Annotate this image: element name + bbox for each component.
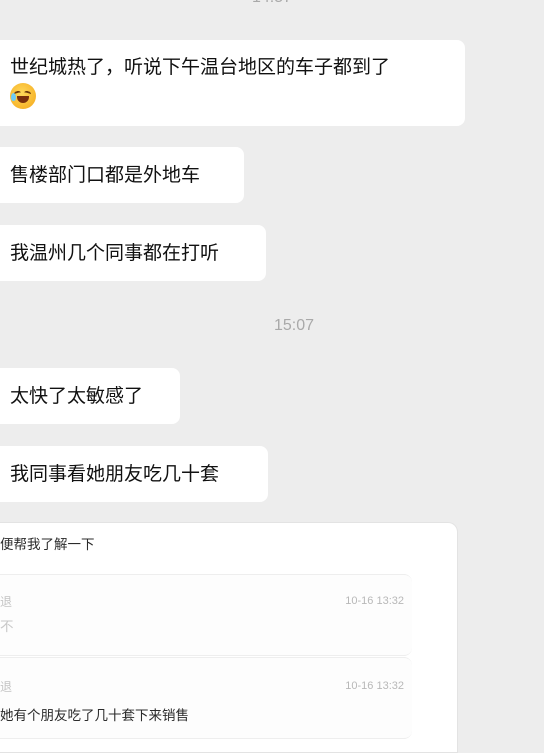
card-header-text: 便帮我了解一下 xyxy=(0,537,95,553)
card-item[interactable]: 退 10-16 13:32 她有个朋友吃了几十套下来销售 xyxy=(0,657,412,739)
message-text: 我同事看她朋友吃几十套 xyxy=(10,463,220,485)
message-bubble[interactable]: 售楼部门口都是外地车 xyxy=(0,147,244,203)
forwarded-chat-card[interactable]: 便帮我了解一下 退 10-16 13:32 不 退 10-16 13:32 她有… xyxy=(0,522,458,753)
message-text: 我温州几个同事都在打听 xyxy=(10,242,220,264)
card-item-name: 退 xyxy=(0,595,13,609)
message-bubble[interactable]: 我温州几个同事都在打听 xyxy=(0,225,266,281)
card-item-time: 10-16 13:32 xyxy=(345,680,404,692)
card-item-time: 10-16 13:32 xyxy=(345,595,404,607)
message-text: 售楼部门口都是外地车 xyxy=(10,164,201,186)
mid-timestamp: 15:07 xyxy=(273,317,315,334)
message-bubble[interactable]: 我同事看她朋友吃几十套 xyxy=(0,446,268,502)
message-text: 世纪城热了，听说下午温台地区的车子都到了 xyxy=(10,56,391,78)
card-item-text: 不 xyxy=(0,619,14,635)
top-timestamp: 14:57 xyxy=(0,0,544,8)
message-bubble[interactable]: 太快了太敏感了 xyxy=(0,368,180,424)
card-item[interactable]: 退 10-16 13:32 不 xyxy=(0,574,412,656)
laughing-tears-emoji-icon xyxy=(10,82,36,109)
message-text: 太快了太敏感了 xyxy=(10,385,144,407)
message-bubble[interactable]: 世纪城热了，听说下午温台地区的车子都到了 xyxy=(0,40,465,126)
card-item-text: 她有个朋友吃了几十套下来销售 xyxy=(0,708,189,724)
card-item-name: 退 xyxy=(0,680,13,694)
